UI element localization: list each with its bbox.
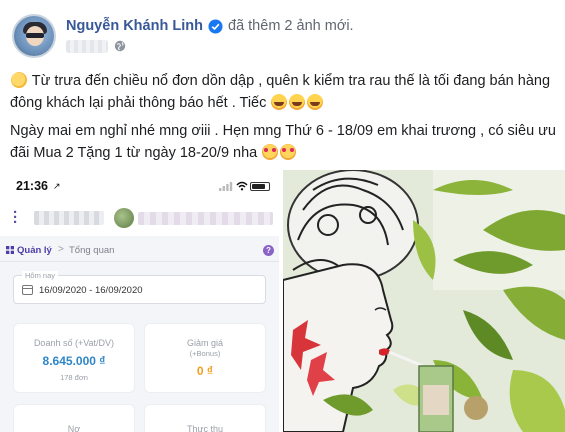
post-photo-mural[interactable]: [283, 170, 565, 432]
date-range-value: 16/09/2020 - 16/09/2020: [39, 285, 143, 296]
grid-icon: [6, 246, 14, 254]
battery-icon: [250, 182, 270, 191]
wifi-icon: [236, 181, 248, 191]
post-action-text: đã thêm 2 ảnh mới.: [228, 18, 354, 34]
mural-illustration: [283, 170, 565, 432]
stat-card-title: Doanh số (+Vat/DV): [33, 338, 115, 348]
calendar-icon: [22, 285, 33, 295]
stat-card-title: Giảm giá: [186, 338, 223, 348]
breadcrumb-overview: Tổng quan: [69, 245, 115, 256]
facebook-post: Nguyễn Khánh Linh đã thêm 2 ảnh mới. Từ …: [0, 0, 565, 432]
date-picker-label: Hôm nay: [22, 271, 59, 280]
verified-icon: [208, 19, 223, 34]
party-emoji-icon: [11, 72, 27, 88]
globe-icon: [114, 40, 126, 52]
laugh-emoji-icon: [307, 94, 324, 110]
stat-card-value: 8.645.000 ₫: [42, 354, 106, 368]
user-avatar[interactable]: [114, 208, 134, 228]
post-text-paragraph-2: Ngày mai em nghỉ nhé mng ơiii . Hẹn mng …: [10, 123, 556, 161]
phone-clock: 21:36: [16, 179, 48, 193]
location-arrow-icon: ↗: [53, 181, 61, 191]
heart-eyes-emoji-icon: [280, 144, 297, 160]
breadcrumb-manage-link[interactable]: Quản lý: [17, 245, 52, 256]
stat-card-sub: 178 đơn: [60, 373, 88, 382]
post-timestamp-blurred[interactable]: [66, 40, 108, 53]
laugh-emoji-icon: [271, 94, 288, 110]
author-avatar[interactable]: [12, 14, 56, 58]
store-name-blurred: [34, 211, 104, 225]
laugh-emoji-icon: [289, 94, 306, 110]
stat-card-discount[interactable]: [144, 323, 266, 393]
signal-bars-icon: [219, 182, 233, 191]
help-icon[interactable]: ?: [263, 245, 274, 256]
post-text-paragraph-1: Từ trưa đến chiều nổ đơn dồn dập , quên …: [10, 72, 551, 111]
breadcrumb-separator: >: [58, 244, 64, 255]
stat-card-title: Thực thu: [186, 424, 224, 432]
heart-eyes-emoji-icon: [262, 144, 279, 160]
user-name-blurred: [138, 212, 273, 225]
author-name-link[interactable]: Nguyễn Khánh Linh: [66, 18, 203, 34]
stat-card-sub: (+Bonus): [189, 349, 221, 358]
stat-card-title: Nợ: [67, 424, 81, 432]
kebab-menu-icon[interactable]: · · ·: [13, 205, 18, 230]
stat-card-value: 0 ₫: [196, 364, 214, 378]
